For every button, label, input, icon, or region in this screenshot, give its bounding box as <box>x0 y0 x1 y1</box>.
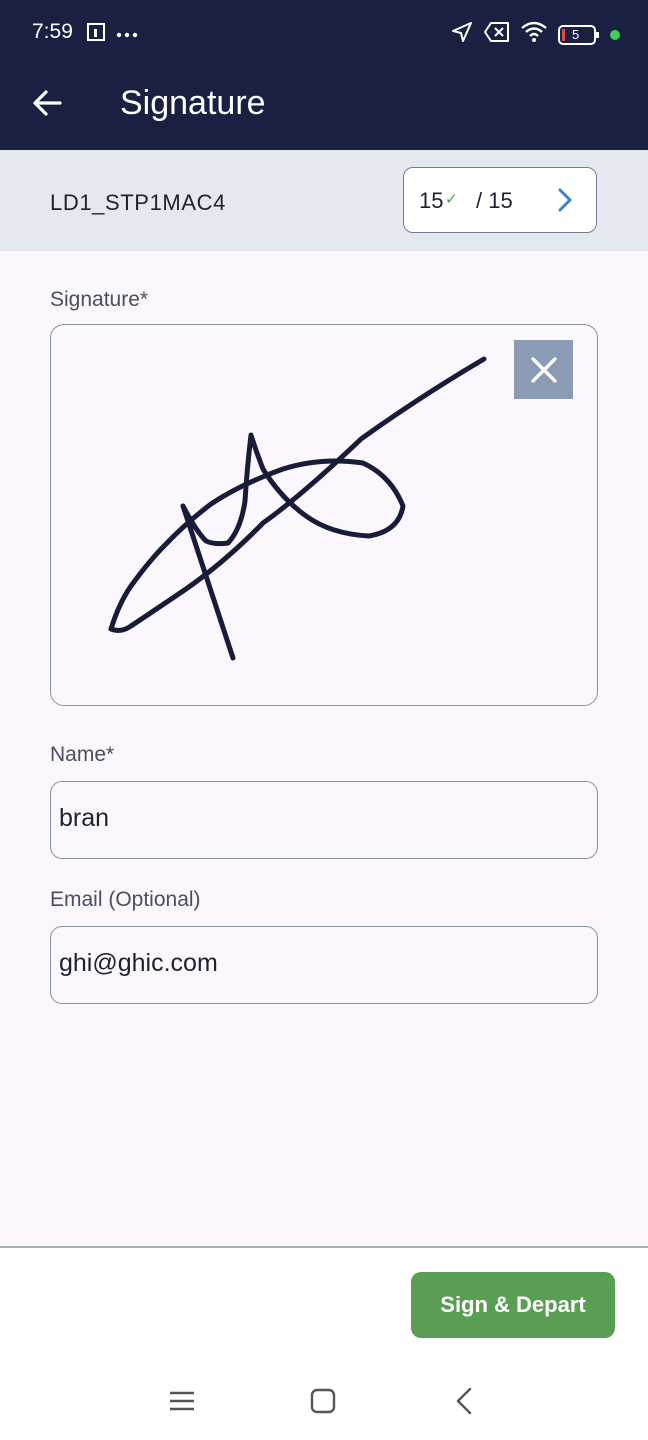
more-dots-icon <box>116 26 138 44</box>
back-arrow-icon <box>33 90 62 116</box>
status-dot <box>610 29 620 40</box>
stop-bar: LD1_STP1MAC4 15 ✓ / 15 <box>0 150 648 251</box>
check-icon: ✓ <box>445 191 458 208</box>
back-button[interactable] <box>30 86 64 120</box>
status-time: 7:59 <box>32 20 73 43</box>
signature-pad[interactable] <box>50 324 598 706</box>
total-count: / 15 <box>476 188 513 213</box>
navigation-icon <box>450 20 474 49</box>
name-field[interactable] <box>50 781 598 859</box>
wifi-icon <box>520 21 548 48</box>
page-title: Signature <box>120 84 266 122</box>
stop-id: LD1_STP1MAC4 <box>50 190 226 215</box>
no-sim-icon <box>484 21 510 48</box>
name-input[interactable] <box>59 804 579 833</box>
email-input[interactable] <box>59 949 579 978</box>
calendar-icon <box>86 22 106 47</box>
menu-icon <box>170 1391 194 1411</box>
battery-icon: 5 <box>558 24 600 46</box>
status-bar: 7:59 5 <box>0 0 648 66</box>
email-field[interactable] <box>50 926 598 1004</box>
system-nav-bar <box>0 1360 648 1440</box>
name-label: Name* <box>50 743 115 766</box>
status-left-icons <box>86 22 138 47</box>
status-right-icons: 5 <box>450 20 620 49</box>
app-bar: Signature <box>0 66 648 150</box>
clear-signature-button[interactable] <box>514 340 573 399</box>
signature-label: Signature* <box>50 288 149 311</box>
back-nav-button[interactable] <box>444 1384 484 1418</box>
back-icon <box>456 1387 472 1415</box>
menu-button[interactable] <box>162 1384 202 1418</box>
home-button[interactable] <box>303 1384 343 1418</box>
completed-count: 15 <box>419 188 444 213</box>
chevron-right-icon <box>558 188 572 212</box>
close-icon <box>530 356 557 383</box>
footer: Sign & Depart <box>0 1248 648 1360</box>
stop-counter-button[interactable]: 15 ✓ / 15 <box>403 167 597 233</box>
battery-level: 5 <box>572 26 580 42</box>
sign-depart-button[interactable]: Sign & Depart <box>411 1272 615 1338</box>
email-label: Email (Optional) <box>50 888 201 911</box>
home-icon <box>310 1388 336 1414</box>
